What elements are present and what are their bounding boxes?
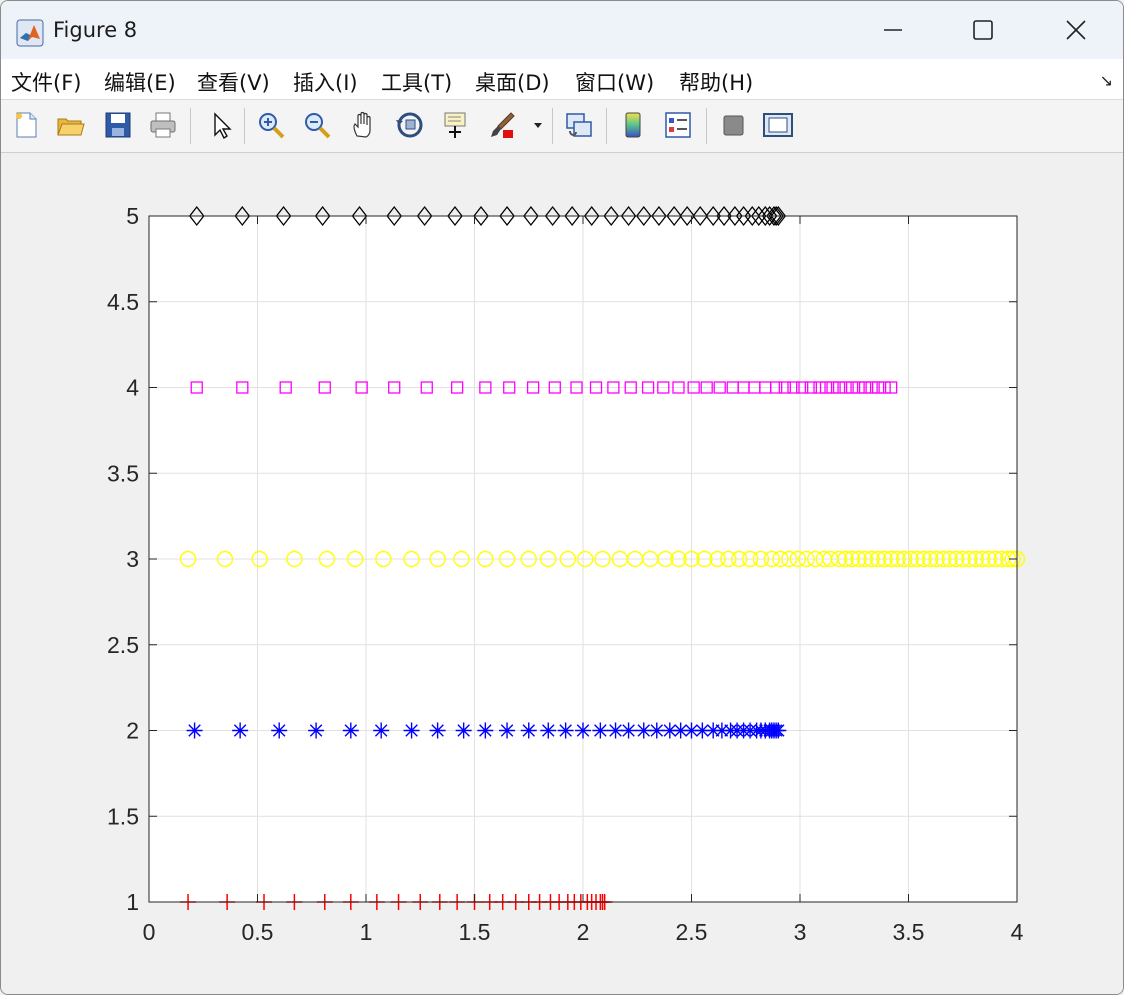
marker-asterisk	[429, 722, 446, 739]
y-tick-label: 2.5	[107, 632, 139, 658]
link-plot-icon	[566, 113, 592, 137]
pan-icon	[353, 111, 371, 138]
marker-asterisk	[520, 722, 537, 739]
x-tick-label: 1.5	[459, 919, 491, 945]
zoom-out-icon	[305, 113, 331, 139]
brush-dropdown-button[interactable]	[529, 108, 547, 142]
toolbar-separator	[190, 108, 191, 144]
show-plot-tools-button[interactable]	[761, 108, 795, 142]
menu-view[interactable]: 查看(V)	[197, 67, 270, 97]
x-tick-label: 4	[1011, 919, 1024, 945]
y-tick-label: 5	[126, 203, 139, 229]
y-tick-label: 4	[126, 375, 139, 401]
close-icon	[1066, 20, 1086, 40]
link-plot-button[interactable]	[562, 108, 596, 142]
marker-asterisk	[770, 722, 787, 739]
menu-help[interactable]: 帮助(H)	[679, 67, 753, 97]
marker-asterisk	[499, 722, 516, 739]
pointer-button[interactable]	[204, 108, 238, 142]
marker-asterisk	[186, 722, 203, 739]
x-tick-label: 0.5	[242, 919, 274, 945]
toolbar-separator	[606, 108, 607, 144]
y-tick-label: 4.5	[107, 289, 139, 315]
marker-asterisk	[308, 722, 325, 739]
close-button[interactable]	[1036, 9, 1116, 51]
y-tick-label: 1.5	[107, 803, 139, 829]
x-tick-label: 0	[143, 919, 156, 945]
maximize-button[interactable]	[943, 9, 1023, 51]
print-icon	[150, 112, 176, 138]
marker-asterisk	[540, 722, 557, 739]
data-cursor-icon	[444, 112, 466, 138]
marker-asterisk	[557, 722, 574, 739]
menu-file[interactable]: 文件(F)	[11, 67, 81, 97]
menu-insert[interactable]: 插入(I)	[293, 67, 358, 97]
window-title: Figure 8	[53, 18, 138, 42]
toolbar-separator	[706, 108, 707, 144]
y-tick-label: 3.5	[107, 460, 139, 486]
title-bar[interactable]: Figure 8	[1, 1, 1123, 59]
maximize-icon	[973, 20, 993, 40]
data-cursor-button[interactable]	[439, 108, 473, 142]
chevron-down-icon	[534, 123, 542, 128]
toolbar-separator	[244, 108, 245, 144]
y-tick-label: 3	[126, 546, 139, 572]
marker-asterisk	[271, 722, 288, 739]
marker-asterisk	[232, 722, 249, 739]
toolbar-separator	[552, 108, 553, 144]
pointer-icon	[214, 112, 232, 140]
scatter-plot[interactable]: 0 0.5 1 1.5 2 2.5 3 3.5 4 1 1.5 2 2.5 3 3.5 4 4.5 5	[1, 153, 1123, 994]
legend-icon	[665, 112, 691, 138]
rotate-3d-button[interactable]	[393, 108, 427, 142]
save-button[interactable]	[101, 108, 135, 142]
brush-icon	[491, 112, 515, 138]
menu-tools[interactable]: 工具(T)	[381, 67, 452, 97]
open-button[interactable]	[53, 108, 87, 142]
marker-asterisk	[342, 722, 359, 739]
marker-asterisk	[592, 722, 609, 739]
hide-plot-tools-button[interactable]	[716, 108, 750, 142]
menu-window[interactable]: 窗口(W)	[575, 67, 654, 97]
x-tick-label: 2.5	[676, 919, 708, 945]
marker-asterisk	[373, 722, 390, 739]
new-figure-icon	[16, 112, 37, 138]
print-button[interactable]	[146, 108, 180, 142]
menu-bar: 文件(F) 编辑(E) 查看(V) 插入(I) 工具(T) 桌面(D) 窗口(W…	[1, 59, 1123, 100]
save-icon	[105, 112, 131, 138]
figure-window: Figure 8 文件(F) 编辑(E) 查看(V) 插入(I) 工具(T) 桌…	[0, 0, 1124, 995]
hide-plot-tools-icon	[723, 115, 744, 136]
y-tick-label: 1	[126, 889, 139, 915]
dock-arrow-icon[interactable]: ↘	[1100, 71, 1113, 90]
new-figure-button[interactable]	[9, 108, 43, 142]
pan-button[interactable]	[347, 108, 381, 142]
x-tick-label: 3	[794, 919, 807, 945]
y-tick-label: 2	[126, 718, 139, 744]
colorbar-icon	[625, 112, 641, 138]
minimize-button[interactable]	[853, 9, 933, 51]
menu-edit[interactable]: 编辑(E)	[104, 67, 176, 97]
matlab-logo-icon	[16, 19, 44, 47]
colorbar-button[interactable]	[616, 108, 650, 142]
marker-asterisk	[575, 722, 591, 739]
x-tick-label: 3.5	[893, 919, 925, 945]
marker-asterisk	[620, 722, 637, 739]
marker-asterisk	[403, 722, 420, 739]
legend-button[interactable]	[661, 108, 695, 142]
zoom-out-button[interactable]	[300, 108, 334, 142]
figure-toolbar	[1, 100, 1123, 153]
x-tick-label: 2	[577, 919, 590, 945]
menu-desktop[interactable]: 桌面(D)	[475, 67, 550, 97]
rotate-3d-icon	[396, 112, 423, 138]
minimize-icon	[884, 29, 902, 31]
zoom-in-icon	[259, 113, 285, 139]
show-plot-tools-icon	[763, 113, 793, 137]
open-icon	[57, 118, 85, 136]
x-tick-label: 1	[360, 919, 373, 945]
figure-canvas: 0 0.5 1 1.5 2 2.5 3 3.5 4 1 1.5 2 2.5 3 3.5 4 4.5 5	[1, 153, 1123, 994]
marker-asterisk	[455, 722, 472, 739]
zoom-in-button[interactable]	[254, 108, 288, 142]
brush-button[interactable]	[485, 108, 519, 142]
marker-asterisk	[477, 722, 494, 739]
